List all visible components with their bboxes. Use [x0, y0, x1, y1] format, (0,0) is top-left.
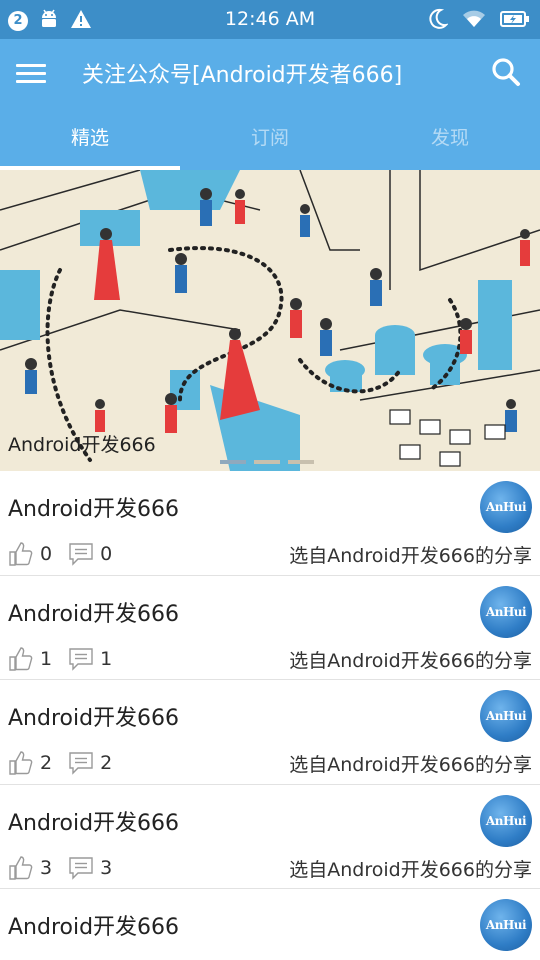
list-item[interactable]: Android开发666 AnHui [0, 889, 540, 960]
menu-icon-bar [16, 72, 46, 75]
app-title: 关注公众号[Android开发者666] [82, 63, 403, 88]
menu-button[interactable] [16, 59, 50, 89]
status-bar: 2 12:46 AM [0, 0, 540, 39]
comment-count: 2 [100, 752, 113, 774]
banner-page-indicator [220, 460, 314, 464]
tab-featured[interactable]: 精选 [0, 117, 180, 170]
article-source: 选自Android开发666的分享 [289, 754, 532, 776]
article-title: Android开发666 [8, 497, 180, 522]
comment-icon [69, 647, 93, 671]
thumbs-up-icon [9, 646, 33, 671]
like-button[interactable]: 2 [8, 750, 52, 776]
comment-button[interactable]: 1 [68, 646, 112, 672]
list-item[interactable]: Android开发666 AnHui 0 0 选自Android开发666的分享 [0, 471, 540, 576]
comment-count: 1 [100, 647, 113, 670]
comment-button[interactable]: 3 [68, 855, 112, 881]
search-icon [492, 58, 520, 86]
page-indicator-dot [254, 460, 280, 464]
like-button[interactable]: 3 [8, 855, 52, 881]
list-item[interactable]: Android开发666 AnHui 3 3 选自Android开发666的分享 [0, 784, 540, 889]
author-avatar[interactable]: AnHui [480, 690, 532, 742]
do-not-disturb-moon-icon [428, 8, 449, 34]
search-button[interactable] [490, 56, 522, 88]
banner-carousel[interactable]: Android开发666 [0, 170, 540, 471]
thumbs-up-icon [9, 855, 33, 880]
battery-charging-icon [500, 10, 530, 32]
page-indicator-dot [220, 460, 246, 464]
article-source: 选自Android开发666的分享 [289, 649, 532, 672]
article-title: Android开发666 [8, 706, 180, 731]
comment-count: 3 [100, 856, 113, 879]
article-source: 选自Android开发666的分享 [289, 858, 532, 881]
thumbs-up-icon [9, 542, 33, 566]
article-stats: 3 3 [8, 855, 128, 881]
author-avatar[interactable]: AnHui [480, 585, 532, 638]
comment-icon [69, 752, 93, 775]
comment-button[interactable]: 2 [68, 750, 112, 776]
banner-caption: Android开发666 [8, 434, 156, 456]
article-stats: 2 2 [8, 750, 128, 776]
author-avatar[interactable]: AnHui [480, 899, 532, 951]
like-count: 1 [40, 647, 53, 670]
article-stats: 1 1 [8, 646, 128, 672]
author-avatar[interactable]: AnHui [480, 794, 532, 847]
article-title: Android开发666 [8, 915, 180, 940]
like-count: 3 [40, 856, 53, 879]
list-item[interactable]: Android开发666 AnHui 1 1 选自Android开发666的分享 [0, 575, 540, 680]
list-item[interactable]: Android开发666 AnHui 2 2 选自Android开发666的分享 [0, 680, 540, 785]
wifi-icon [462, 9, 486, 33]
thumbs-up-icon [9, 751, 33, 775]
comment-icon [69, 543, 93, 566]
article-source: 选自Android开发666的分享 [289, 545, 532, 567]
like-count: 0 [40, 543, 53, 565]
page-indicator-dot [288, 460, 314, 464]
app-bar: 关注公众号[Android开发者666] 精选 订阅 发现 [0, 39, 540, 170]
comment-count: 0 [100, 543, 113, 565]
status-bar-right [428, 8, 530, 34]
menu-icon-bar [16, 80, 46, 83]
article-list: Android开发666 AnHui 0 0 选自Android开发666的分享… [0, 471, 540, 960]
like-button[interactable]: 0 [8, 541, 52, 567]
article-title: Android开发666 [8, 810, 180, 836]
tab-discover[interactable]: 发现 [360, 117, 540, 170]
like-button[interactable]: 1 [8, 646, 52, 672]
tab-subscriptions[interactable]: 订阅 [180, 117, 360, 170]
banner-illustration [0, 170, 540, 471]
comment-icon [69, 856, 93, 880]
article-title: Android开发666 [8, 601, 180, 627]
tab-bar: 精选 订阅 发现 [0, 117, 540, 170]
menu-icon-bar [16, 64, 46, 67]
article-stats: 0 0 [8, 541, 128, 567]
author-avatar[interactable]: AnHui [480, 481, 532, 533]
like-count: 2 [40, 752, 53, 774]
comment-button[interactable]: 0 [68, 541, 112, 567]
